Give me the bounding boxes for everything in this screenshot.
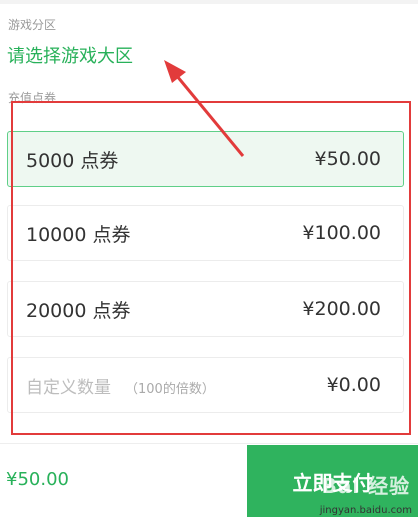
- option-amount: 10000 点券: [26, 223, 131, 246]
- option-price: ¥50.00: [314, 148, 381, 170]
- option-amount: 20000 点券: [26, 299, 131, 322]
- custom-amount-placeholder: 自定义数量: [26, 377, 111, 398]
- order-total: ¥50.00: [6, 469, 69, 490]
- zone-selector[interactable]: 请选择游戏大区: [7, 42, 133, 68]
- zone-label: 游戏分区: [8, 18, 57, 32]
- option-price: ¥200.00: [302, 298, 381, 320]
- top-divider: [0, 0, 418, 4]
- recharge-option-5000[interactable]: 5000 点券 ¥50.00: [7, 131, 404, 187]
- custom-amount-price: ¥0.00: [326, 374, 381, 396]
- pay-now-button[interactable]: 立即支付: [247, 445, 418, 517]
- option-amount: 5000 点券: [26, 149, 119, 172]
- recharge-option-10000[interactable]: 10000 点券 ¥100.00: [7, 205, 404, 261]
- option-price: ¥100.00: [302, 222, 381, 244]
- custom-amount-hint: （100的倍数）: [125, 381, 215, 397]
- recharge-label: 充值点券: [8, 91, 57, 105]
- footer-divider: [0, 443, 418, 444]
- recharge-option-20000[interactable]: 20000 点券 ¥200.00: [7, 281, 404, 337]
- custom-amount-field[interactable]: 自定义数量 （100的倍数）: [26, 373, 215, 398]
- custom-amount-option[interactable]: 自定义数量 （100的倍数） ¥0.00: [7, 357, 404, 413]
